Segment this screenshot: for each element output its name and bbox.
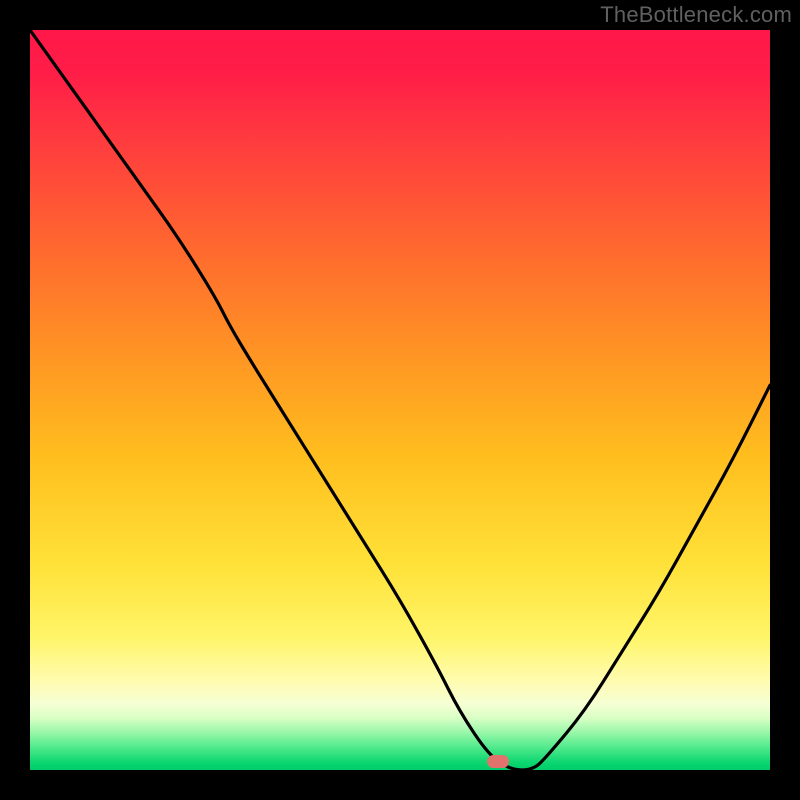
chart-frame: TheBottleneck.com (0, 0, 800, 800)
plot-area (30, 30, 770, 770)
minimum-marker (487, 755, 509, 768)
watermark-text: TheBottleneck.com (600, 2, 792, 28)
bottleneck-curve (30, 30, 770, 770)
